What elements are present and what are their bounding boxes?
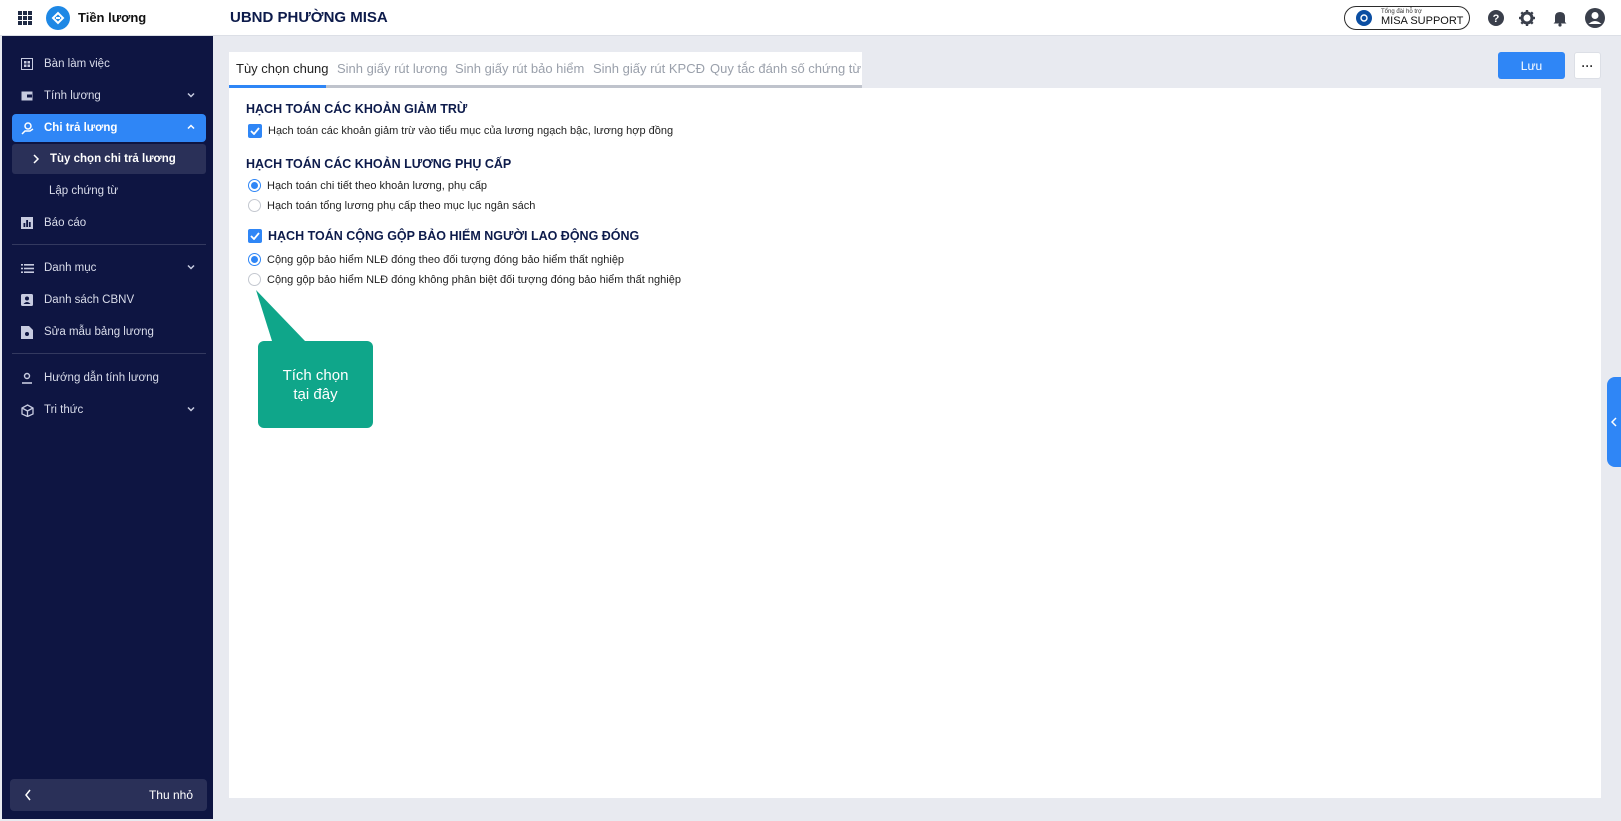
knowledge-icon <box>20 403 34 417</box>
section-title-insurance: HẠCH TOÁN CỘNG GỘP BẢO HIỂM NGƯỜI LAO ĐỘ… <box>268 229 640 243</box>
bell-icon[interactable] <box>1551 9 1569 27</box>
app-grid-icon[interactable] <box>18 10 32 25</box>
sidebar-divider <box>12 353 206 354</box>
help-icon[interactable]: ? <box>1487 9 1505 27</box>
radio-unselected[interactable] <box>248 199 261 212</box>
chevron-right-icon <box>33 154 40 164</box>
guide-icon <box>20 371 34 385</box>
option-label: Hạch toán tổng lương phụ cấp theo mục lụ… <box>267 199 536 212</box>
sidebar-item-label: Danh mục <box>44 262 97 274</box>
checkbox-checked-icon[interactable] <box>248 124 262 138</box>
sidebar-item-label: Danh sách CBNV <box>44 294 135 306</box>
deductions-option[interactable]: Hạch toán các khoản giảm trừ vào tiểu mụ… <box>248 124 673 138</box>
chevron-left-icon <box>25 789 31 801</box>
allowance-option-total[interactable]: Hạch toán tổng lương phụ cấp theo mục lụ… <box>248 199 535 212</box>
insurance-option-no-distinction[interactable]: Cộng gộp bảo hiểm NLĐ đóng không phân bi… <box>248 273 681 286</box>
callout-line-1: Tích chọn <box>282 366 349 384</box>
sidebar-item-label: Tính lương <box>44 90 101 102</box>
collapse-sidebar-button[interactable]: Thu nhỏ <box>10 779 207 811</box>
sidebar-item-salary-payment[interactable]: Chi trả lương <box>12 114 206 142</box>
radio-unselected[interactable] <box>248 273 261 286</box>
more-options-button[interactable]: ··· <box>1574 52 1601 79</box>
side-panel-toggle[interactable] <box>1607 377 1621 467</box>
template-icon <box>20 325 34 339</box>
dashboard-icon <box>20 57 34 71</box>
sidebar-subitem-label: Tùy chọn chi trả lương <box>50 153 176 165</box>
sidebar-subitem-create-voucher[interactable]: Lập chứng từ <box>12 176 206 206</box>
collapse-label: Thu nhỏ <box>148 788 193 802</box>
option-label: Cộng gộp bảo hiểm NLĐ đóng không phân bi… <box>267 273 681 286</box>
sidebar-item-label: Sửa mẫu bảng lương <box>44 326 154 338</box>
sidebar-subitem-label: Lập chứng từ <box>49 185 119 197</box>
sidebar-item-reports[interactable]: Báo cáo <box>12 209 206 237</box>
sidebar-item-dashboard[interactable]: Bàn làm việc <box>12 50 206 78</box>
sidebar-divider <box>12 244 206 245</box>
insurance-option-by-unemployment[interactable]: Cộng gộp bảo hiểm NLĐ đóng theo đối tượn… <box>248 253 624 266</box>
option-label: Hạch toán chi tiết theo khoản lương, phụ… <box>267 179 488 192</box>
option-label: Cộng gộp bảo hiểm NLĐ đóng theo đối tượn… <box>267 253 625 266</box>
sidebar-item-staff-list[interactable]: Danh sách CBNV <box>12 286 206 314</box>
radio-selected[interactable] <box>248 253 261 266</box>
tab-general-options[interactable]: Tùy chọn chung <box>236 61 329 76</box>
section-title-deductions: HẠCH TOÁN CÁC KHOẢN GIẢM TRỪ <box>246 102 468 116</box>
tab-union-fee-withdrawal[interactable]: Sinh giấy rút KPCĐ <box>593 61 705 76</box>
checkbox-checked-icon[interactable] <box>248 229 262 243</box>
list-icon <box>20 261 34 275</box>
chevron-down-icon <box>187 264 195 270</box>
options-panel: HẠCH TOÁN CÁC KHOẢN GIẢM TRỪ Hạch toán c… <box>229 88 1601 798</box>
sidebar-item-label: Tri thức <box>44 404 84 416</box>
user-icon[interactable] <box>1584 7 1606 29</box>
support-button[interactable]: Tổng đài hỗ trợ MISA SUPPORT <box>1344 6 1470 30</box>
sidebar-item-edit-template[interactable]: Sửa mẫu bảng lương <box>12 318 206 346</box>
sidebar-item-label: Báo cáo <box>44 217 87 229</box>
chevron-up-icon <box>187 124 195 130</box>
support-label: MISA SUPPORT <box>1381 15 1464 27</box>
callout-tooltip: Tích chọn tại đây <box>258 341 373 428</box>
tab-voucher-numbering[interactable]: Quy tắc đánh số chứng từ <box>710 61 861 76</box>
tab-insurance-withdrawal[interactable]: Sinh giấy rút bảo hiểm <box>455 61 584 76</box>
sidebar-item-label: Bàn làm việc <box>44 58 110 70</box>
report-icon <box>20 216 34 230</box>
payout-icon <box>20 121 34 135</box>
callout-pointer <box>256 290 305 341</box>
save-button[interactable]: Lưu <box>1498 52 1565 79</box>
organization-name: UBND PHƯỜNG MISA <box>230 9 388 26</box>
app-logo-icon <box>46 5 70 30</box>
allowance-option-detailed[interactable]: Hạch toán chi tiết theo khoản lương, phụ… <box>248 179 487 192</box>
sidebar-item-label: Hướng dẫn tính lương <box>44 372 159 384</box>
svg-text:?: ? <box>1493 13 1500 25</box>
sidebar-item-label: Chi trả lương <box>44 122 118 134</box>
sidebar-item-guide[interactable]: Hướng dẫn tính lương <box>12 364 206 392</box>
tab-bar: Tùy chọn chung Sinh giấy rút lương Sinh … <box>229 52 862 88</box>
sidebar: Bàn làm việc Tính lương Chi trả lương Tù… <box>2 36 213 819</box>
option-label: Hạch toán các khoản giảm trừ vào tiểu mụ… <box>268 125 674 137</box>
sidebar-item-payroll[interactable]: Tính lương <box>12 82 206 110</box>
wallet-icon <box>20 89 34 103</box>
callout-line-2: tại đây <box>293 385 338 403</box>
chevron-left-icon <box>1611 417 1617 427</box>
sidebar-item-catalog[interactable]: Danh mục <box>12 254 206 282</box>
phone-icon <box>1356 10 1372 26</box>
chevron-down-icon <box>187 92 195 98</box>
radio-selected[interactable] <box>248 179 261 192</box>
sidebar-subitem-payment-options[interactable]: Tùy chọn chi trả lương <box>12 144 206 174</box>
chevron-down-icon <box>187 406 195 412</box>
section-title-allowances: HẠCH TOÁN CÁC KHOẢN LƯƠNG PHỤ CẤP <box>246 157 512 171</box>
tab-salary-withdrawal[interactable]: Sinh giấy rút lương <box>337 61 447 76</box>
gear-icon[interactable] <box>1518 9 1536 27</box>
insurance-aggregate-toggle[interactable]: HẠCH TOÁN CỘNG GỘP BẢO HIỂM NGƯỜI LAO ĐỘ… <box>248 229 639 243</box>
sidebar-item-knowledge[interactable]: Tri thức <box>12 396 206 424</box>
staff-icon <box>20 293 34 307</box>
app-name: Tiền lương <box>78 10 147 25</box>
